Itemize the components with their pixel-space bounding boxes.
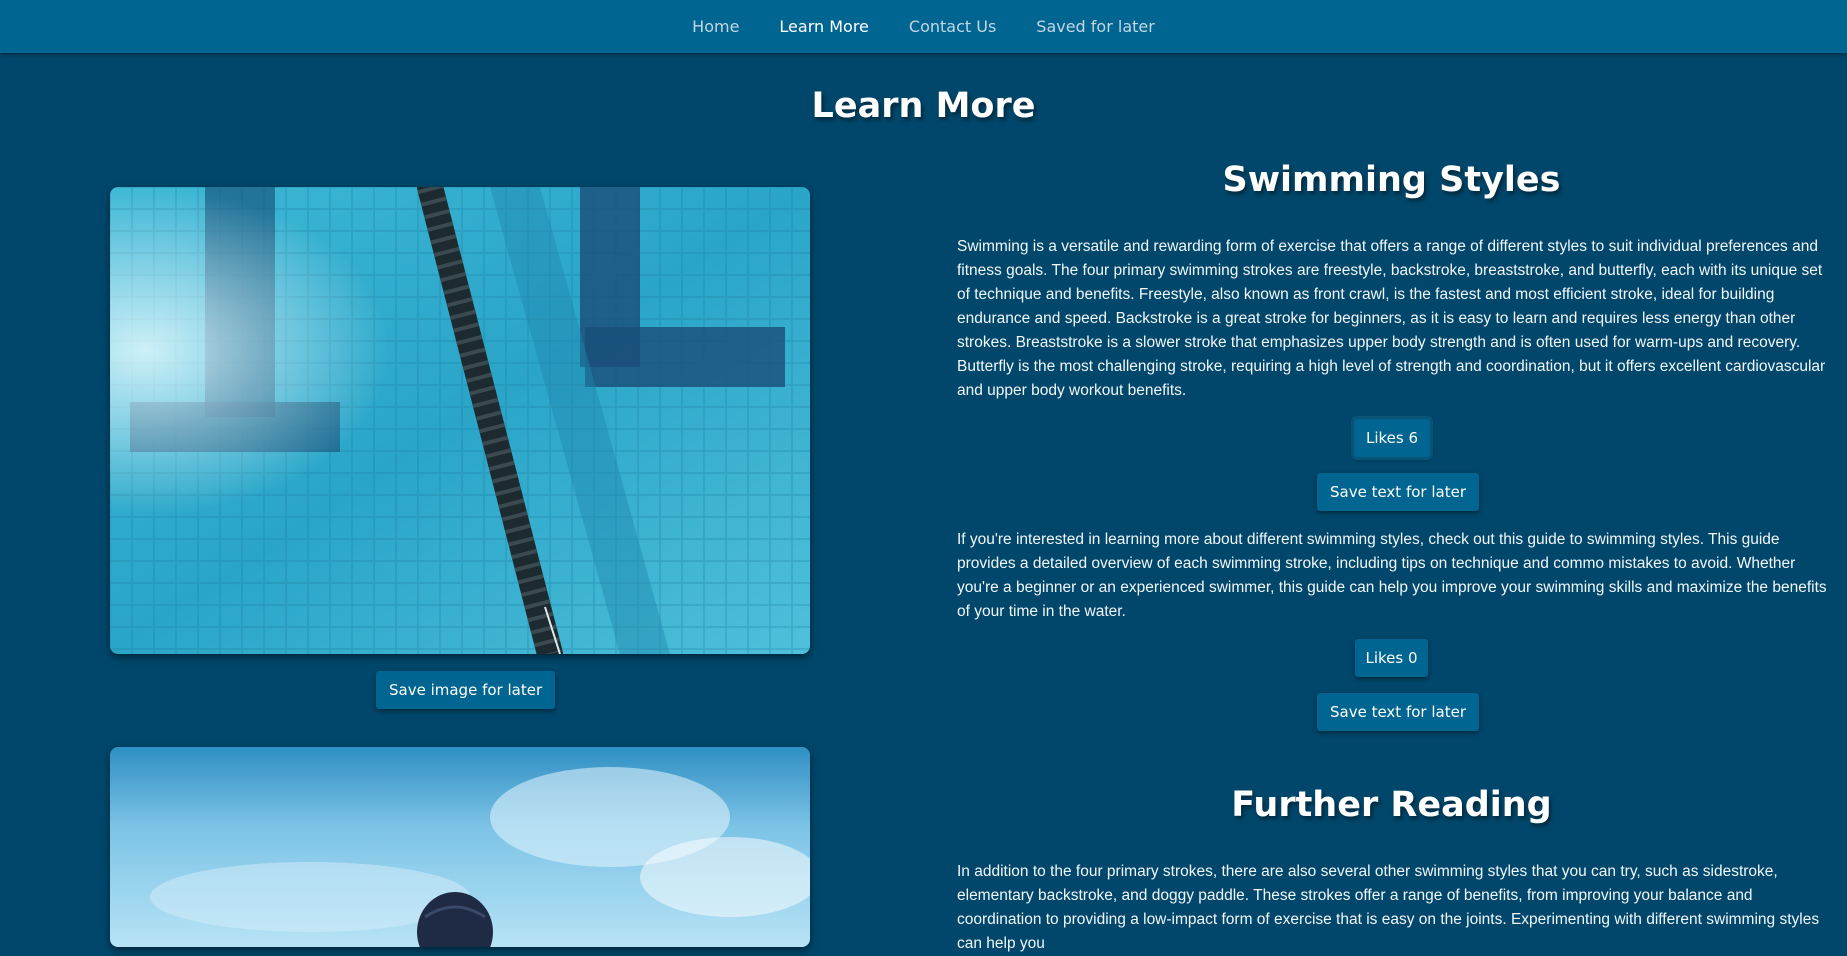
- nav-contact-us-link[interactable]: Contact Us: [909, 17, 996, 36]
- likes-button[interactable]: Likes 6: [1354, 419, 1430, 457]
- page-title: Learn More: [811, 86, 1036, 126]
- save-text-button[interactable]: Save text for later: [1317, 693, 1479, 731]
- nav-saved-for-later-link[interactable]: Saved for later: [1036, 17, 1155, 36]
- paragraph-swimming-styles-2: If you're interested in learning more ab…: [957, 531, 1827, 620]
- nav-home-link[interactable]: Home: [692, 17, 739, 36]
- likes-button[interactable]: Likes 0: [1355, 639, 1428, 677]
- nav-learn-more-link[interactable]: Learn More: [779, 17, 868, 36]
- save-image-button[interactable]: Save image for later: [376, 671, 556, 709]
- section-title-swimming-styles: Swimming Styles: [1222, 160, 1561, 200]
- pool-lane-photo: [110, 187, 810, 654]
- paragraph-swimming-styles-1: Swimming is a versatile and rewarding fo…: [957, 238, 1826, 399]
- section-title-further-reading: Further Reading: [1231, 785, 1552, 825]
- save-text-button[interactable]: Save text for later: [1317, 473, 1479, 511]
- paragraph-further-reading-1: In addition to the four primary strokes,…: [957, 863, 1820, 952]
- top-navbar: Home Learn More Contact Us Saved for lat…: [0, 0, 1847, 53]
- swimmer-photo: [110, 747, 810, 947]
